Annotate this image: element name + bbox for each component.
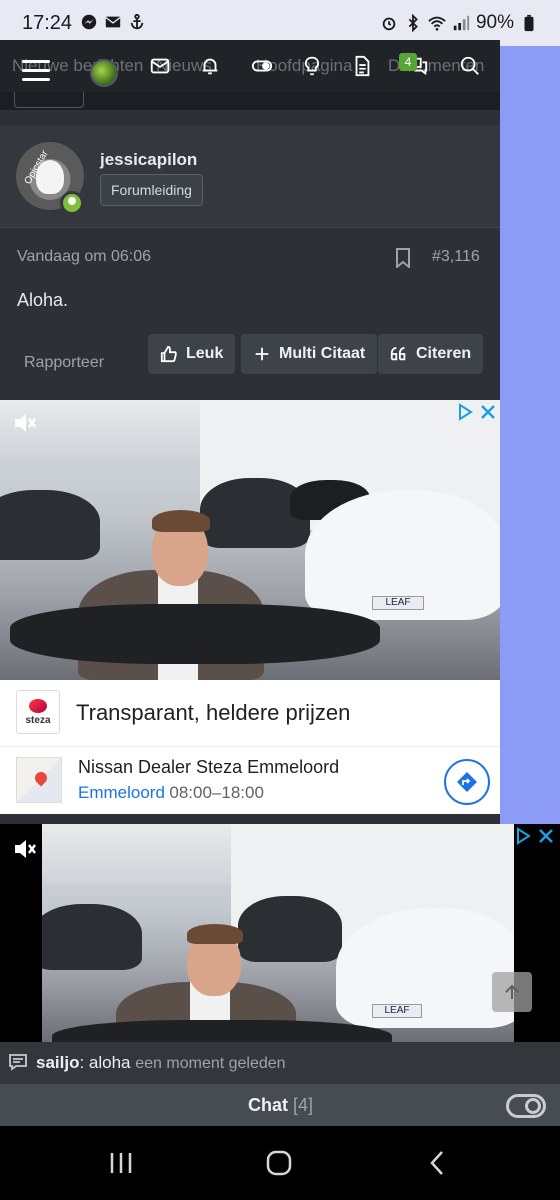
- online-status-icon: [60, 191, 84, 215]
- ad-block-2[interactable]: LEAF: [0, 824, 560, 1042]
- report-link[interactable]: Rapporteer: [24, 354, 104, 372]
- recent-apps-button[interactable]: [106, 1148, 136, 1178]
- plus-icon: [255, 347, 269, 361]
- car-plate-2: LEAF: [372, 1004, 422, 1018]
- document-icon[interactable]: [348, 52, 376, 80]
- directions-icon: [457, 772, 477, 792]
- chat-count: [4]: [293, 1095, 314, 1115]
- ad-block-1[interactable]: LEAF steza Transparant, heldere prijzen …: [0, 400, 500, 814]
- steza-logo[interactable]: steza: [16, 690, 60, 734]
- post-number[interactable]: #3,116: [432, 248, 480, 266]
- inbox-icon[interactable]: [146, 52, 174, 80]
- adchoices-icon-2[interactable]: [514, 827, 532, 845]
- chat-latest-message[interactable]: sailjo: aloha een moment geleden: [0, 1042, 560, 1084]
- bluetooth-icon: [408, 14, 418, 32]
- ad-video-2[interactable]: LEAF: [42, 824, 514, 1042]
- home-button[interactable]: [264, 1148, 294, 1178]
- mail-icon: [105, 16, 121, 28]
- scroll-to-top-button[interactable]: [492, 972, 532, 1012]
- chat-bar[interactable]: Chat [4]: [0, 1084, 560, 1126]
- mute-icon-2[interactable]: [12, 836, 38, 862]
- ad-dealer-name[interactable]: Nissan Dealer Steza Emmeloord: [78, 757, 339, 778]
- map-pin-icon: [32, 769, 50, 787]
- account-avatar[interactable]: [90, 59, 118, 87]
- map-thumbnail[interactable]: [16, 757, 62, 803]
- bookmark-icon[interactable]: [394, 248, 412, 268]
- ad-hours: 08:00–18:00: [169, 783, 264, 802]
- messenger-icon: [81, 14, 97, 30]
- quote-label: Citeren: [416, 345, 472, 362]
- top-navigation: Nieuwe berichten Nieuws Hoofdpagina Docu…: [0, 40, 500, 92]
- battery-percent: 90%: [475, 12, 514, 33]
- anchor-icon: [130, 13, 144, 30]
- alarm-icon: [382, 17, 396, 31]
- close-ad-icon[interactable]: [480, 404, 496, 420]
- car-plate: LEAF: [372, 596, 424, 610]
- quote-icon: [390, 346, 406, 361]
- ad-city-link[interactable]: Emmeloord: [78, 783, 165, 802]
- post-user-header: Opicstar jessicapilon Forumleiding: [0, 126, 500, 228]
- post-date[interactable]: Vandaag om 06:06: [17, 248, 151, 266]
- bulb-icon[interactable]: [298, 52, 326, 80]
- search-icon[interactable]: [456, 52, 484, 80]
- recent-apps-icon: [110, 1153, 132, 1173]
- conversations-badge: 4: [399, 53, 417, 71]
- back-button[interactable]: [422, 1148, 452, 1178]
- battery-icon: [524, 14, 534, 32]
- user-title-badge: Forumleiding: [100, 174, 203, 206]
- chat-message-icon: [9, 1054, 27, 1071]
- chat-toggle-icon[interactable]: [506, 1094, 546, 1118]
- chat-username[interactable]: sailjo: [36, 1053, 79, 1072]
- menu-icon[interactable]: [22, 60, 50, 82]
- ad-headline[interactable]: Transparant, heldere prijzen: [76, 700, 350, 726]
- wifi-icon: [428, 16, 446, 31]
- ad-video[interactable]: LEAF: [0, 400, 500, 680]
- toggle-icon[interactable]: [248, 52, 276, 80]
- multiquote-label: Multi Citaat: [279, 345, 366, 362]
- home-icon: [266, 1150, 292, 1176]
- close-ad-icon-2[interactable]: [538, 828, 554, 844]
- system-navigation-bar: [0, 1126, 560, 1200]
- like-label: Leuk: [186, 345, 224, 362]
- post-username[interactable]: jessicapilon: [100, 150, 197, 170]
- chat-label: Chat: [248, 1095, 288, 1115]
- forum-post: Opicstar jessicapilon Forumleiding Vanda…: [0, 126, 500, 390]
- chat-message-text: : aloha: [79, 1053, 131, 1072]
- adchoices-icon[interactable]: [456, 403, 474, 421]
- quote-button[interactable]: Citeren: [378, 334, 484, 374]
- subnav-tab[interactable]: [14, 92, 84, 108]
- arrow-up-icon: [505, 984, 519, 999]
- subnav-strip: [0, 92, 500, 110]
- signal-icon: [453, 15, 470, 31]
- like-button[interactable]: Leuk: [148, 334, 236, 374]
- back-icon: [430, 1151, 443, 1175]
- bell-icon[interactable]: [196, 52, 224, 80]
- status-time: 17:24: [22, 12, 73, 34]
- thumbs-up-icon: [160, 345, 177, 363]
- chat-timestamp: een moment geleden: [135, 1055, 286, 1072]
- directions-button[interactable]: [444, 759, 490, 805]
- mute-icon[interactable]: [12, 410, 38, 436]
- post-body: Aloha.: [17, 290, 69, 310]
- multiquote-button[interactable]: Multi Citaat: [241, 334, 378, 374]
